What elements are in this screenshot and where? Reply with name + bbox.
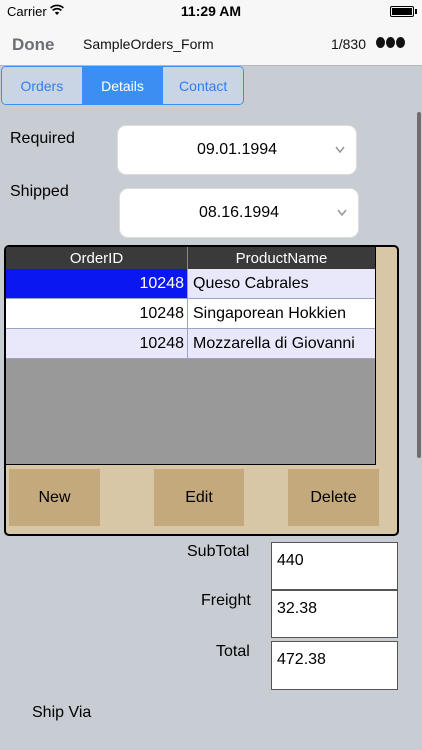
required-label: Required <box>10 130 75 147</box>
shipped-date-picker[interactable]: 08.16.1994 <box>119 188 359 238</box>
ship-via-label: Ship Via <box>32 704 92 721</box>
shipped-label: Shipped <box>10 183 69 200</box>
table-row[interactable]: 10248 Queso Cabrales <box>6 269 375 299</box>
done-button[interactable]: Done <box>12 35 55 55</box>
tab-contact[interactable]: Contact <box>163 67 243 104</box>
chevron-down-icon <box>335 146 345 154</box>
column-header-productname[interactable]: ProductName <box>188 247 375 269</box>
grid-header: OrderID ProductName <box>6 247 375 269</box>
cell-orderid: 10248 <box>6 329 188 358</box>
subtotal-label: SubTotal <box>187 543 250 560</box>
column-header-orderid[interactable]: OrderID <box>6 247 188 269</box>
edit-button[interactable]: Edit <box>154 469 244 526</box>
delete-button[interactable]: Delete <box>288 469 379 526</box>
status-time: 11:29 AM <box>180 3 242 19</box>
segmented-tabs: Orders Details Contact <box>1 66 244 105</box>
table-row[interactable]: 10248 Mozzarella di Giovanni <box>6 329 375 359</box>
vertical-scrollbar[interactable] <box>417 112 421 458</box>
required-date-picker[interactable]: 09.01.1994 <box>117 125 357 175</box>
required-date-value: 09.01.1994 <box>196 141 278 158</box>
cell-productname: Singaporean Hokkien <box>193 304 346 322</box>
more-icon[interactable] <box>376 37 405 48</box>
order-details-grid: OrderID ProductName 10248 Queso Cabrales… <box>6 247 376 465</box>
chevron-down-icon <box>337 209 347 217</box>
status-bar: Carrier 11:29 AM <box>0 0 422 24</box>
new-button[interactable]: New <box>9 469 100 526</box>
cell-productname: Queso Cabrales <box>188 269 375 298</box>
shipped-date-value: 08.16.1994 <box>198 204 280 221</box>
battery-tip <box>415 9 417 14</box>
cell-productname: Mozzarella di Giovanni <box>193 334 355 352</box>
cell-orderid: 10248 <box>6 299 188 328</box>
tab-orders[interactable]: Orders <box>2 67 83 104</box>
battery-icon <box>390 6 414 17</box>
subtotal-field[interactable]: 440 <box>271 542 398 590</box>
record-position: 1/830 <box>330 36 366 52</box>
order-details-panel: OrderID ProductName 10248 Queso Cabrales… <box>4 245 399 536</box>
table-row[interactable]: 10248 Singaporean Hokkien <box>6 299 375 329</box>
freight-field[interactable]: 32.38 <box>271 590 398 638</box>
total-field[interactable]: 472.38 <box>271 641 398 690</box>
cell-orderid: 10248 <box>6 269 188 298</box>
form-title: SampleOrders_Form <box>83 36 214 52</box>
total-label: Total <box>216 643 250 660</box>
tab-details[interactable]: Details <box>82 67 164 104</box>
freight-label: Freight <box>201 592 251 609</box>
nav-bar: Done SampleOrders_Form 1/830 <box>0 24 422 66</box>
